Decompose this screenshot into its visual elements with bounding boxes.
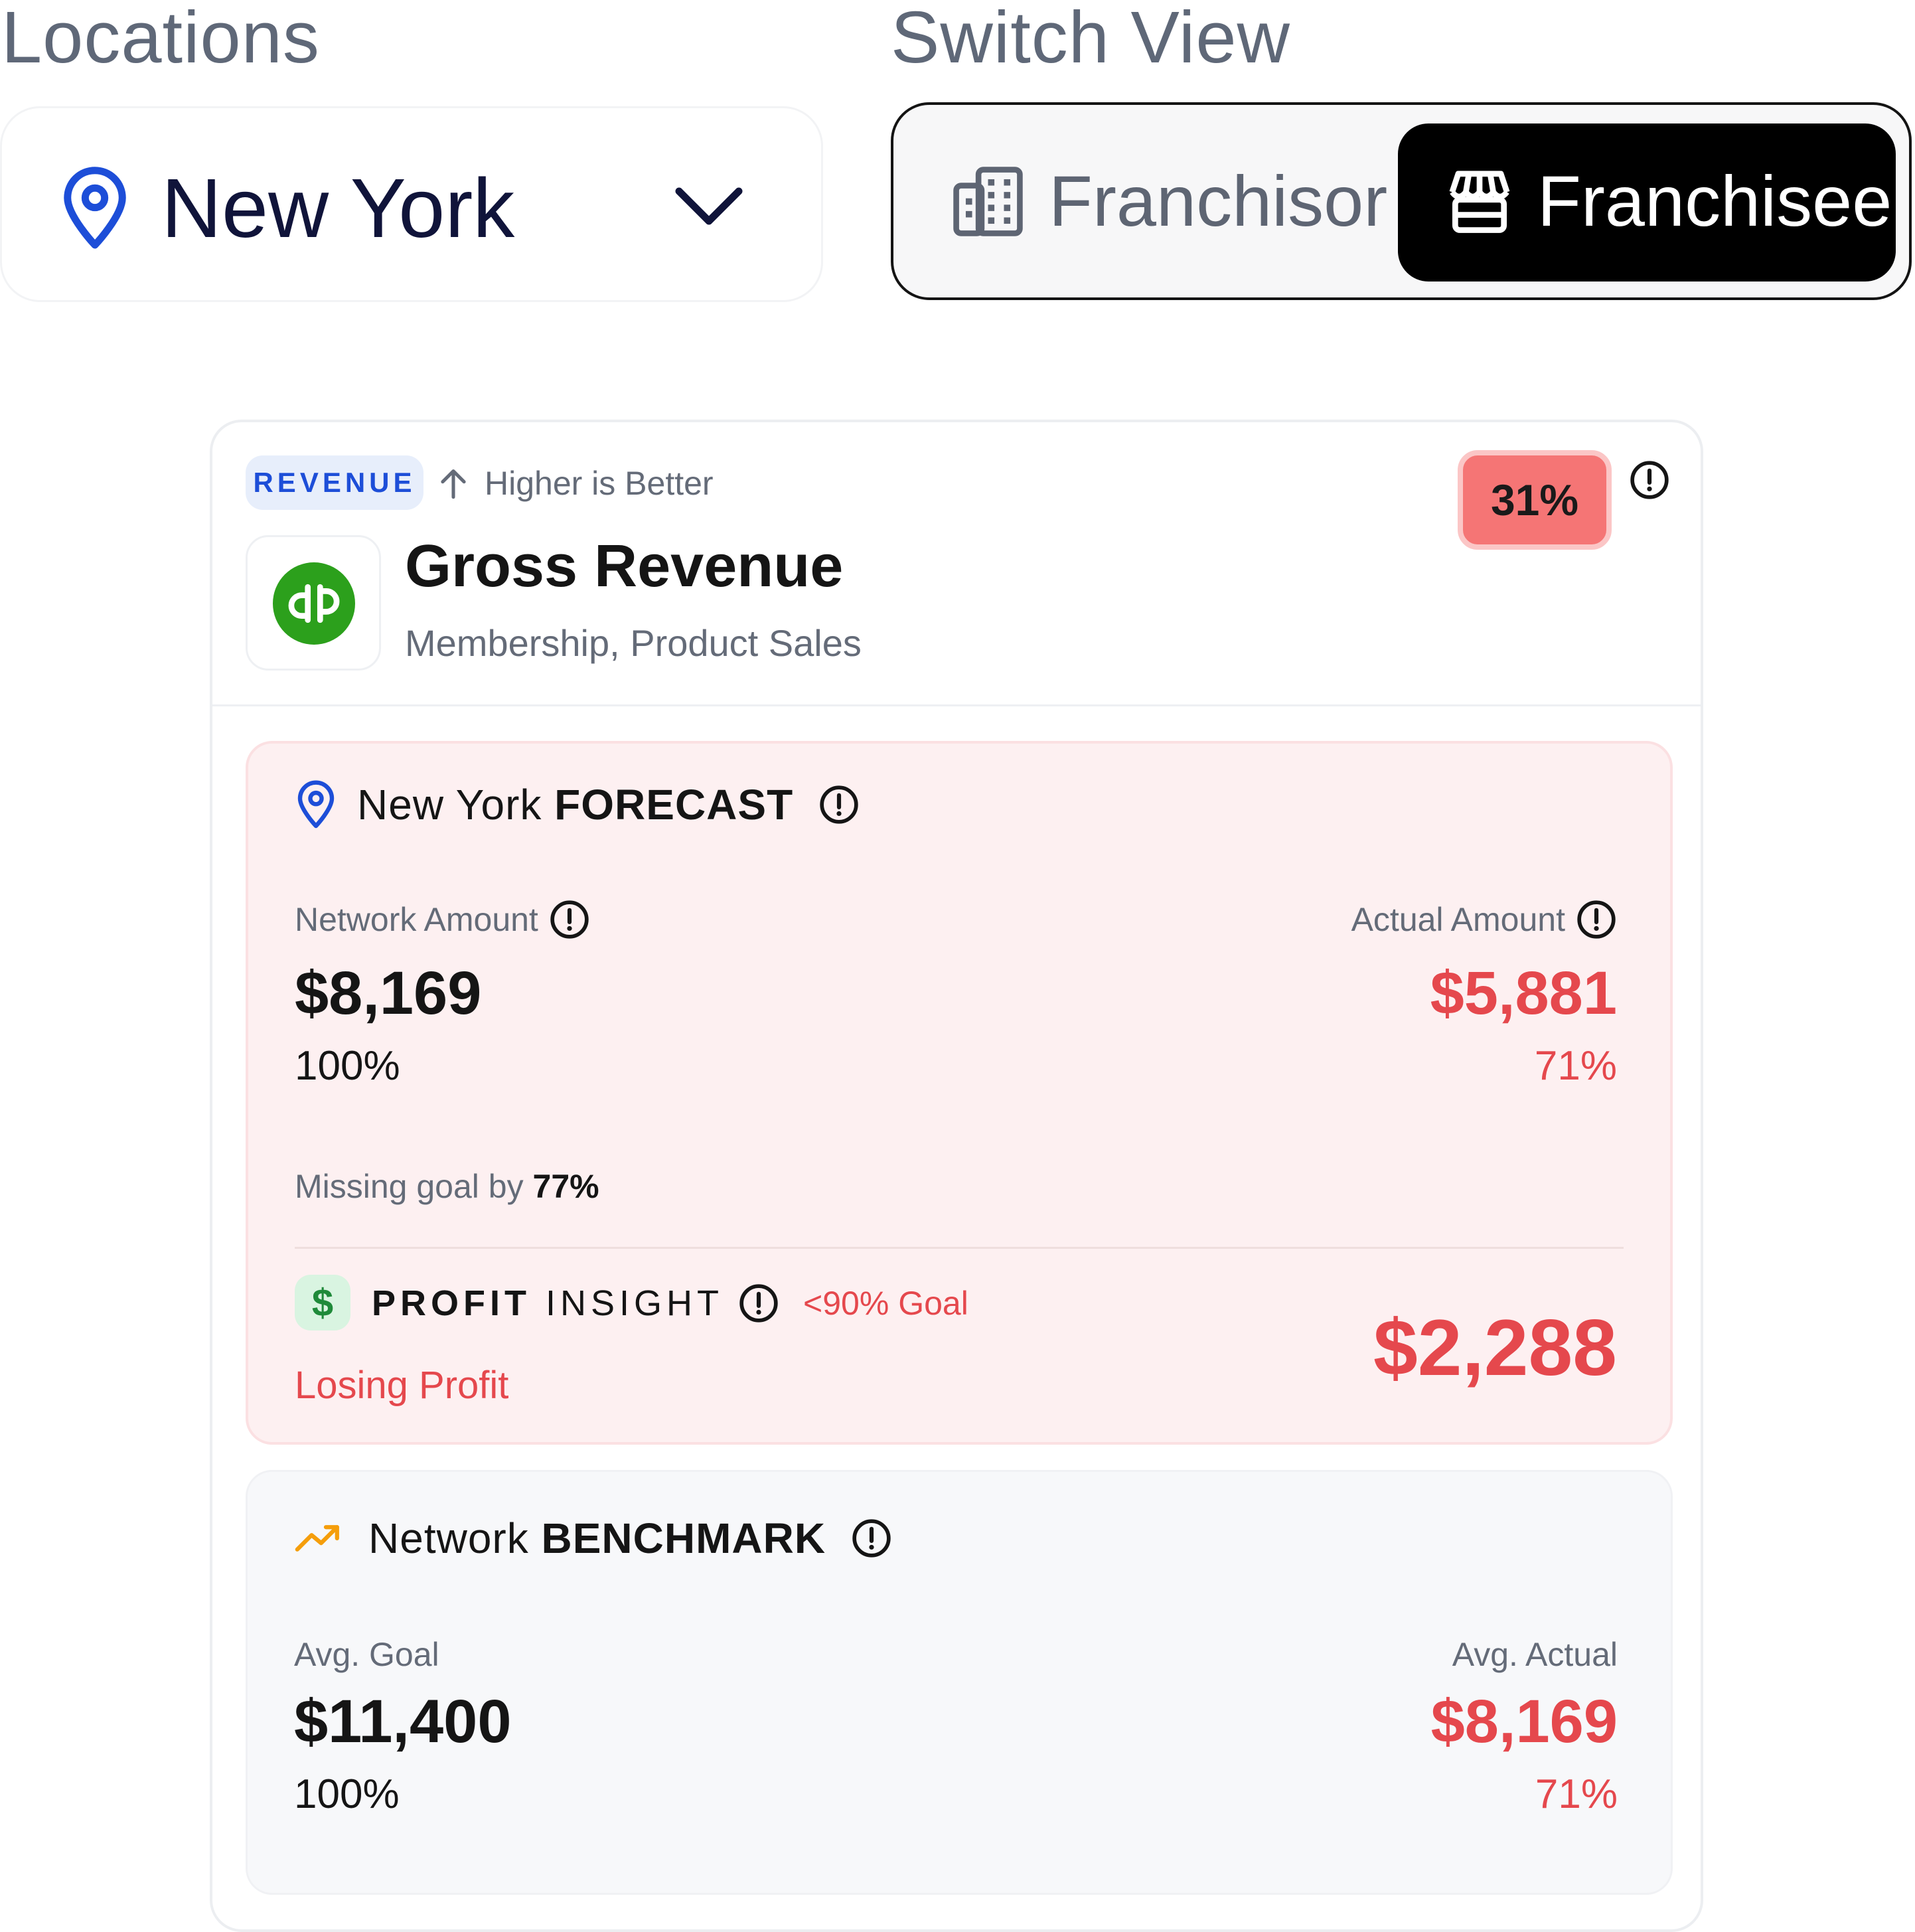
benchmark-prefix: Network — [368, 1514, 529, 1562]
info-icon[interactable] — [851, 1518, 892, 1559]
metric-card: REVENUE Higher is Better Gross Revenue M… — [210, 420, 1703, 1932]
avg-goal-value: $11,400 — [294, 1688, 512, 1755]
chevron-down-icon — [675, 187, 743, 225]
benchmark-title: Network BENCHMARK — [368, 1517, 826, 1560]
location-select[interactable]: New York — [0, 106, 823, 302]
location-select-value: New York — [161, 161, 515, 255]
actual-amount-value: $5,881 — [1430, 959, 1617, 1027]
direction-hint: Higher is Better — [438, 463, 714, 503]
profit-value: $2,288 — [1373, 1303, 1617, 1392]
avg-goal-pct: 100% — [294, 1771, 400, 1817]
profit-status: Losing Profit — [295, 1364, 509, 1407]
network-amount-value: $8,169 — [295, 959, 482, 1027]
dollar-icon: $ — [295, 1275, 350, 1330]
franchisor-toggle[interactable]: Franchisor — [950, 158, 1387, 244]
info-icon[interactable] — [738, 1283, 779, 1324]
trending-up-icon — [295, 1525, 339, 1552]
metric-title: Gross Revenue — [405, 533, 844, 600]
missing-goal-value: 77% — [532, 1168, 599, 1205]
quickbooks-icon — [273, 562, 355, 645]
profit-goal-threshold: <90% Goal — [803, 1285, 968, 1322]
benchmark-heading: Network BENCHMARK — [294, 1512, 892, 1565]
switch-view-label: Switch View — [891, 0, 1290, 78]
category-badge: REVENUE — [246, 455, 423, 510]
score-badge: 31% — [1458, 450, 1612, 550]
forecast-divider — [295, 1247, 1624, 1249]
franchisee-toggle[interactable]: Franchisee — [1398, 123, 1896, 282]
avg-actual-value: $8,169 — [1430, 1688, 1618, 1755]
forecast-location: New York — [357, 781, 542, 829]
view-switch: Franchisor Franchisee — [891, 102, 1912, 300]
metric-subtitle: Membership, Product Sales — [405, 622, 862, 664]
profit-label-bold: PROFIT — [372, 1283, 531, 1323]
benchmark-heading-text: BENCHMARK — [541, 1514, 826, 1562]
card-divider — [212, 704, 1701, 706]
direction-hint-text: Higher is Better — [485, 465, 714, 502]
actual-amount-label: Actual Amount — [1351, 899, 1617, 940]
info-icon[interactable] — [549, 899, 590, 940]
info-icon[interactable] — [1576, 899, 1617, 940]
profit-label-rest: INSIGHT — [546, 1283, 724, 1323]
missing-goal-prefix: Missing goal by — [295, 1168, 524, 1205]
forecast-heading-text: FORECAST — [554, 781, 794, 829]
benchmark-panel: Network BENCHMARK Avg. Goal $11,400 100%… — [246, 1470, 1673, 1895]
network-amount-label-text: Network Amount — [295, 901, 538, 938]
missing-goal-text: Missing goal by 77% — [295, 1170, 599, 1203]
locations-label: Locations — [1, 0, 320, 78]
storefront-icon — [1449, 171, 1510, 233]
building-icon — [953, 166, 1023, 236]
network-amount-label: Network Amount — [295, 899, 590, 940]
forecast-title: New York FORECAST — [357, 783, 793, 826]
avg-actual-pct: 71% — [1535, 1771, 1618, 1817]
map-pin-icon — [64, 167, 126, 249]
avg-actual-label: Avg. Actual — [1452, 1636, 1618, 1673]
actual-amount-pct: 71% — [1534, 1043, 1617, 1089]
forecast-panel: New York FORECAST Network Amount $8,169 … — [246, 741, 1673, 1445]
info-icon[interactable] — [818, 784, 860, 825]
map-pin-icon — [297, 780, 335, 829]
franchisee-label: Franchisee — [1537, 161, 1892, 241]
forecast-heading: New York FORECAST — [295, 778, 860, 831]
quickbooks-logo — [246, 535, 381, 671]
arrow-up-icon — [441, 469, 466, 499]
franchisor-label: Franchisor — [1049, 161, 1388, 241]
actual-amount-label-text: Actual Amount — [1351, 901, 1565, 938]
info-icon[interactable] — [1629, 459, 1670, 501]
avg-goal-label: Avg. Goal — [294, 1636, 439, 1673]
network-amount-pct: 100% — [295, 1043, 400, 1089]
profit-insight-heading: PROFIT INSIGHT <90% Goal — [372, 1281, 968, 1325]
